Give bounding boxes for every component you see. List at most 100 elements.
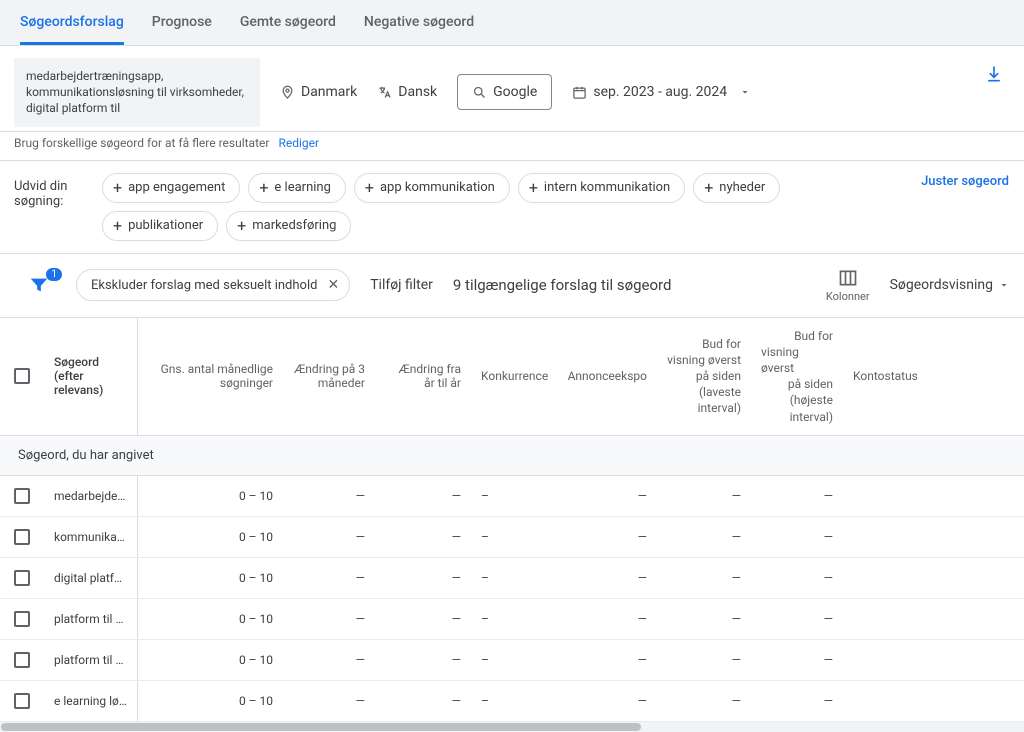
expand-chip[interactable]: +publikationer <box>102 211 218 241</box>
cell-competition: – <box>471 517 557 557</box>
table-row: platform til d…0 – 10——–——— <box>0 640 1024 681</box>
cell-status <box>843 640 998 680</box>
col-high-bid[interactable]: Bud for visning øverst på siden (højeste… <box>751 318 843 435</box>
cell-status <box>843 517 998 557</box>
remove-filter-icon[interactable]: ✕ <box>327 277 339 293</box>
cell-impression: — <box>557 640 657 680</box>
tab-forecast[interactable]: Prognose <box>152 0 212 45</box>
cell-volume: 0 – 10 <box>138 599 283 639</box>
chip-label: nyheder <box>719 180 765 195</box>
row-checkbox[interactable] <box>0 599 44 639</box>
row-checkbox[interactable] <box>0 640 44 680</box>
hint-row: Brug forskellige søgeord for at få flere… <box>0 132 1024 161</box>
plus-icon: + <box>529 180 538 196</box>
cell-keyword[interactable]: digital platfor… <box>44 558 138 598</box>
horizontal-scroll-track[interactable] <box>0 722 1024 732</box>
table-row: e learning løs…0 – 10——–——— <box>0 681 1024 722</box>
cell-low-bid: — <box>657 476 751 516</box>
cell-high-bid: — <box>751 517 843 557</box>
expand-chip[interactable]: + app engagement <box>102 173 240 203</box>
adjust-keywords-button[interactable]: Juster søgeord <box>920 173 1010 191</box>
cell-impression: — <box>557 476 657 516</box>
expand-chip[interactable]: +markedsføring <box>226 211 351 241</box>
language-selector[interactable]: Dansk <box>377 84 437 100</box>
cell-low-bid: — <box>657 599 751 639</box>
download-icon <box>984 64 1004 84</box>
tab-keyword-ideas[interactable]: Søgeordsforslag <box>20 0 124 45</box>
select-all-cell[interactable] <box>0 318 44 435</box>
col-3month[interactable]: Ændring på 3 måneder <box>283 318 375 435</box>
col-yoy[interactable]: Ændring fra år til år <box>375 318 471 435</box>
horizontal-scroll-thumb[interactable] <box>1 723 641 731</box>
expand-chip[interactable]: + nyheder <box>693 173 780 203</box>
cell-keyword[interactable]: medarbejder… <box>44 476 138 516</box>
columns-button[interactable]: Kolonner <box>826 268 870 303</box>
plus-icon: + <box>704 180 713 196</box>
filter-chip-label: Ekskluder forslag med seksuelt indhold <box>91 278 317 293</box>
cell-low-bid: — <box>657 681 751 721</box>
row-checkbox[interactable] <box>0 681 44 721</box>
plus-icon: + <box>113 218 122 234</box>
cell-3month: — <box>283 517 375 557</box>
row-checkbox[interactable] <box>0 558 44 598</box>
row-checkbox[interactable] <box>0 517 44 557</box>
plus-icon: + <box>259 180 268 196</box>
cell-yoy: — <box>375 681 471 721</box>
expand-chip[interactable]: + intern kommunikation <box>518 173 685 203</box>
add-filter-button[interactable]: Tilføj filter <box>370 277 433 293</box>
filter-button[interactable]: 1 <box>28 274 56 296</box>
chip-label: intern kommunikation <box>544 180 670 195</box>
plus-icon: + <box>113 180 122 196</box>
cell-competition: – <box>471 599 557 639</box>
cell-yoy: — <box>375 558 471 598</box>
cell-3month: — <box>283 640 375 680</box>
cell-high-bid: — <box>751 640 843 680</box>
expand-chips: + app engagement +e learning + app kommuni… <box>102 173 902 241</box>
cell-volume: 0 – 10 <box>138 681 283 721</box>
hint-text: Brug forskellige søgeord for at få flere… <box>14 136 269 150</box>
cell-volume: 0 – 10 <box>138 476 283 516</box>
cell-keyword[interactable]: e learning løs… <box>44 681 138 721</box>
plus-icon: + <box>365 180 374 196</box>
cell-high-bid: — <box>751 681 843 721</box>
expand-chip[interactable]: +e learning <box>248 173 346 203</box>
date-range-label: sep. 2023 - aug. 2024 <box>593 84 727 100</box>
col-keyword[interactable]: Søgeord (efter relevans) <box>44 318 138 435</box>
cell-keyword[interactable]: kommunikati… <box>44 517 138 557</box>
keyword-view-dropdown[interactable]: Søgeordsvisning <box>890 277 1010 293</box>
seed-keywords-box[interactable]: medarbejdertræningsapp, kommunikationslø… <box>14 58 260 127</box>
col-volume[interactable]: Gns. antal månedlige søgninger <box>138 318 283 435</box>
cell-impression: — <box>557 517 657 557</box>
location-selector[interactable]: Danmark <box>280 84 357 100</box>
row-checkbox[interactable] <box>0 476 44 516</box>
col-competition[interactable]: Konkurrence <box>471 318 557 435</box>
table-row: kommunikati…0 – 10——–——— <box>0 517 1024 558</box>
chip-label: app kommunikation <box>380 180 495 195</box>
cell-competition: – <box>471 681 557 721</box>
tab-saved-keywords[interactable]: Gemte søgeord <box>240 0 336 45</box>
cell-keyword[interactable]: platform til d… <box>44 640 138 680</box>
checkbox-icon <box>14 611 30 627</box>
date-range-selector[interactable]: sep. 2023 - aug. 2024 <box>572 84 751 100</box>
cell-high-bid: — <box>751 558 843 598</box>
plus-icon: + <box>237 218 246 234</box>
active-filter-chip[interactable]: Ekskluder forslag med seksuelt indhold ✕ <box>76 269 350 301</box>
cell-keyword[interactable]: platform til a… <box>44 599 138 639</box>
chip-label: app engagement <box>128 180 225 195</box>
translate-icon <box>377 85 392 100</box>
download-button[interactable] <box>984 64 1004 84</box>
expand-chip[interactable]: + app kommunikation <box>354 173 510 203</box>
checkbox-icon <box>14 693 30 709</box>
edit-keywords-link[interactable]: Rediger <box>278 136 319 150</box>
columns-label: Kolonner <box>826 290 870 303</box>
tab-negative-keywords[interactable]: Negative søgeord <box>364 0 474 45</box>
tabs-bar: Søgeordsforslag Prognose Gemte søgeord N… <box>0 0 1024 46</box>
network-selector[interactable]: Google <box>457 74 552 110</box>
available-ideas-text: 9 tilgængelige forslag til søgeord <box>453 276 806 294</box>
cell-low-bid: — <box>657 517 751 557</box>
col-impression[interactable]: Annonceekspo <box>557 318 657 435</box>
col-status[interactable]: Kontostatus <box>843 318 998 435</box>
plan-controls: medarbejdertræningsapp, kommunikationslø… <box>0 46 1024 132</box>
col-low-bid[interactable]: Bud for visning øverst på siden (laveste… <box>657 318 751 435</box>
search-network-icon <box>472 85 487 100</box>
